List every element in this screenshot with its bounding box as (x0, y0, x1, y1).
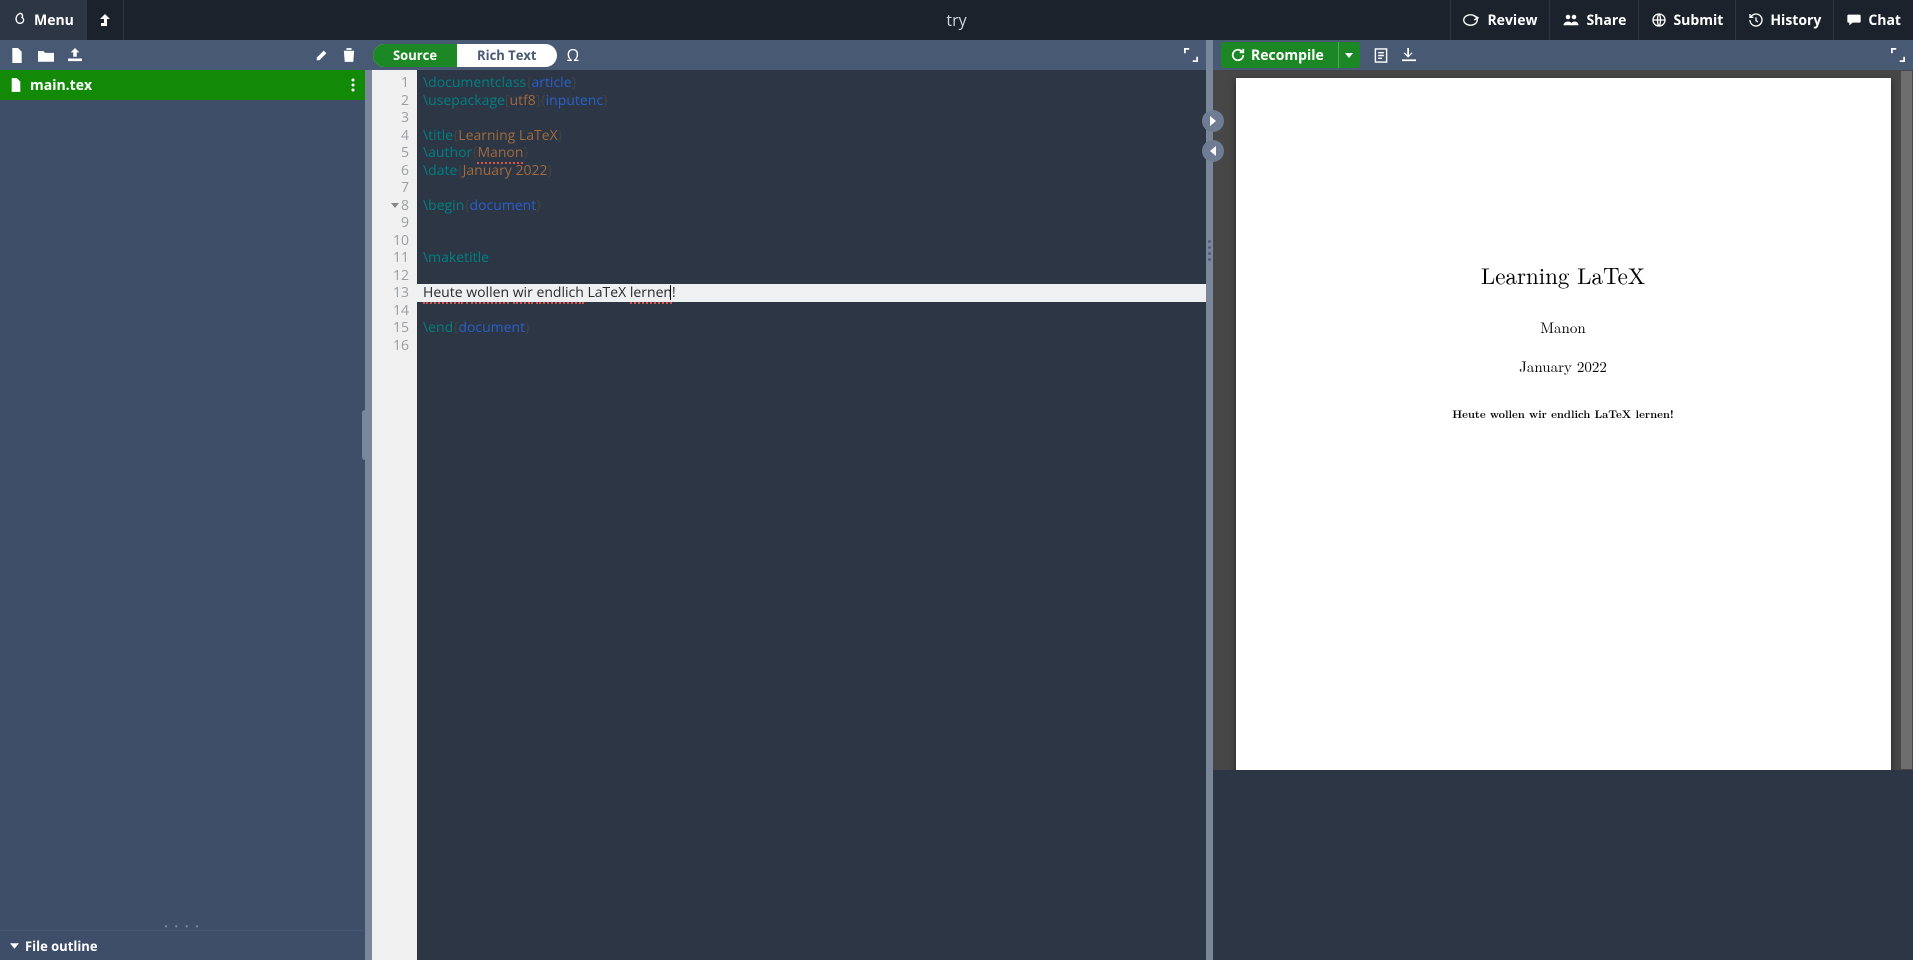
users-icon (1562, 13, 1580, 27)
history-button[interactable]: History (1735, 0, 1833, 40)
pdf-page: Learning LaTeX Manon January 2022 Heute … (1236, 78, 1891, 770)
topbar: Menu try Review Share Submit (0, 0, 1913, 40)
editor-fullscreen-icon[interactable] (1184, 48, 1198, 62)
pdf-author: Manon (1236, 317, 1891, 338)
left-collapse-handle[interactable] (362, 410, 368, 460)
file-toolbar (0, 40, 365, 70)
recompile-group: Recompile (1221, 42, 1360, 68)
refresh-icon (1231, 48, 1245, 62)
submit-label: Submit (1673, 11, 1723, 30)
logs-icon[interactable] (1374, 48, 1388, 63)
overleaf-icon (12, 12, 28, 28)
tab-richtext[interactable]: Rich Text (457, 44, 557, 67)
code-editor[interactable]: \documentclass{article} \usepackage[utf8… (417, 70, 1206, 960)
file-outline-label: File outline (25, 937, 98, 955)
delete-icon[interactable] (343, 48, 355, 62)
file-name: main.tex (30, 76, 92, 95)
menu-button[interactable]: Menu (0, 0, 87, 40)
pane-resize-handle[interactable] (1206, 40, 1213, 70)
line-gutter: 1 2 3 4 5 6 7 8 9 10 11 12 13 14 15 16 (372, 70, 417, 960)
fold-marker-icon[interactable] (391, 203, 399, 208)
upload-icon[interactable] (68, 48, 82, 62)
tab-source[interactable]: Source (373, 44, 457, 67)
file-tree: main.tex • • • • File outline (0, 70, 365, 960)
file-icon (10, 78, 22, 92)
main-area: main.tex • • • • File outline 1 2 3 4 5 … (0, 70, 1913, 960)
review-button[interactable]: Review (1450, 0, 1549, 40)
text-cursor (670, 285, 671, 300)
level-up-icon (99, 13, 111, 27)
recompile-label: Recompile (1251, 46, 1324, 65)
recompile-dropdown[interactable] (1338, 42, 1360, 68)
preview-scrollbar[interactable] (1900, 70, 1913, 770)
pdf-preview[interactable]: Learning LaTeX Manon January 2022 Heute … (1213, 70, 1913, 770)
chevron-down-icon (10, 943, 19, 949)
file-item-main[interactable]: main.tex (0, 70, 365, 100)
download-icon[interactable] (1402, 48, 1416, 62)
rename-icon[interactable] (315, 48, 329, 62)
project-title[interactable]: try (946, 9, 966, 31)
chat-icon (1846, 13, 1862, 27)
chat-button[interactable]: Chat (1833, 0, 1913, 40)
file-outline-toggle[interactable]: File outline (0, 930, 365, 960)
pdf-toolbar: Recompile (1213, 40, 1913, 70)
new-file-icon[interactable] (10, 48, 24, 63)
sidebar-resize-grip[interactable]: • • • • (0, 922, 365, 930)
recompile-button[interactable]: Recompile (1221, 42, 1338, 68)
globe-icon (1651, 12, 1667, 28)
history-label: History (1770, 11, 1821, 30)
sync-left-button[interactable] (1202, 140, 1224, 162)
editor-toolbar: Source Rich Text Ω (365, 40, 1206, 70)
submit-button[interactable]: Submit (1638, 0, 1735, 40)
center-resize-handle[interactable] (1206, 70, 1213, 960)
pdf-title: Learning LaTeX (1236, 78, 1891, 291)
file-menu-icon[interactable] (351, 78, 355, 92)
editor-pane: 1 2 3 4 5 6 7 8 9 10 11 12 13 14 15 16 \… (372, 70, 1206, 960)
mode-toggle: Source Rich Text (373, 44, 557, 67)
pdf-body: Heute wollen wir endlich LaTeX lernen! (1236, 407, 1891, 422)
pdf-date: January 2022 (1236, 356, 1891, 377)
pdf-fullscreen-icon[interactable] (1891, 48, 1905, 62)
symbol-palette-button[interactable]: Ω (567, 44, 580, 66)
sync-right-button[interactable] (1202, 110, 1224, 132)
menu-label: Menu (34, 11, 74, 30)
share-button[interactable]: Share (1549, 0, 1638, 40)
left-resize-handle[interactable] (365, 70, 372, 960)
toolbar-row: Source Rich Text Ω Recompile (0, 40, 1913, 70)
share-label: Share (1586, 11, 1626, 30)
review-icon (1463, 12, 1481, 28)
chat-label: Chat (1868, 11, 1901, 30)
new-folder-icon[interactable] (38, 49, 54, 62)
review-label: Review (1487, 11, 1537, 30)
history-icon (1748, 12, 1764, 28)
up-button[interactable] (87, 0, 123, 40)
pdf-pane: Learning LaTeX Manon January 2022 Heute … (1213, 70, 1913, 960)
